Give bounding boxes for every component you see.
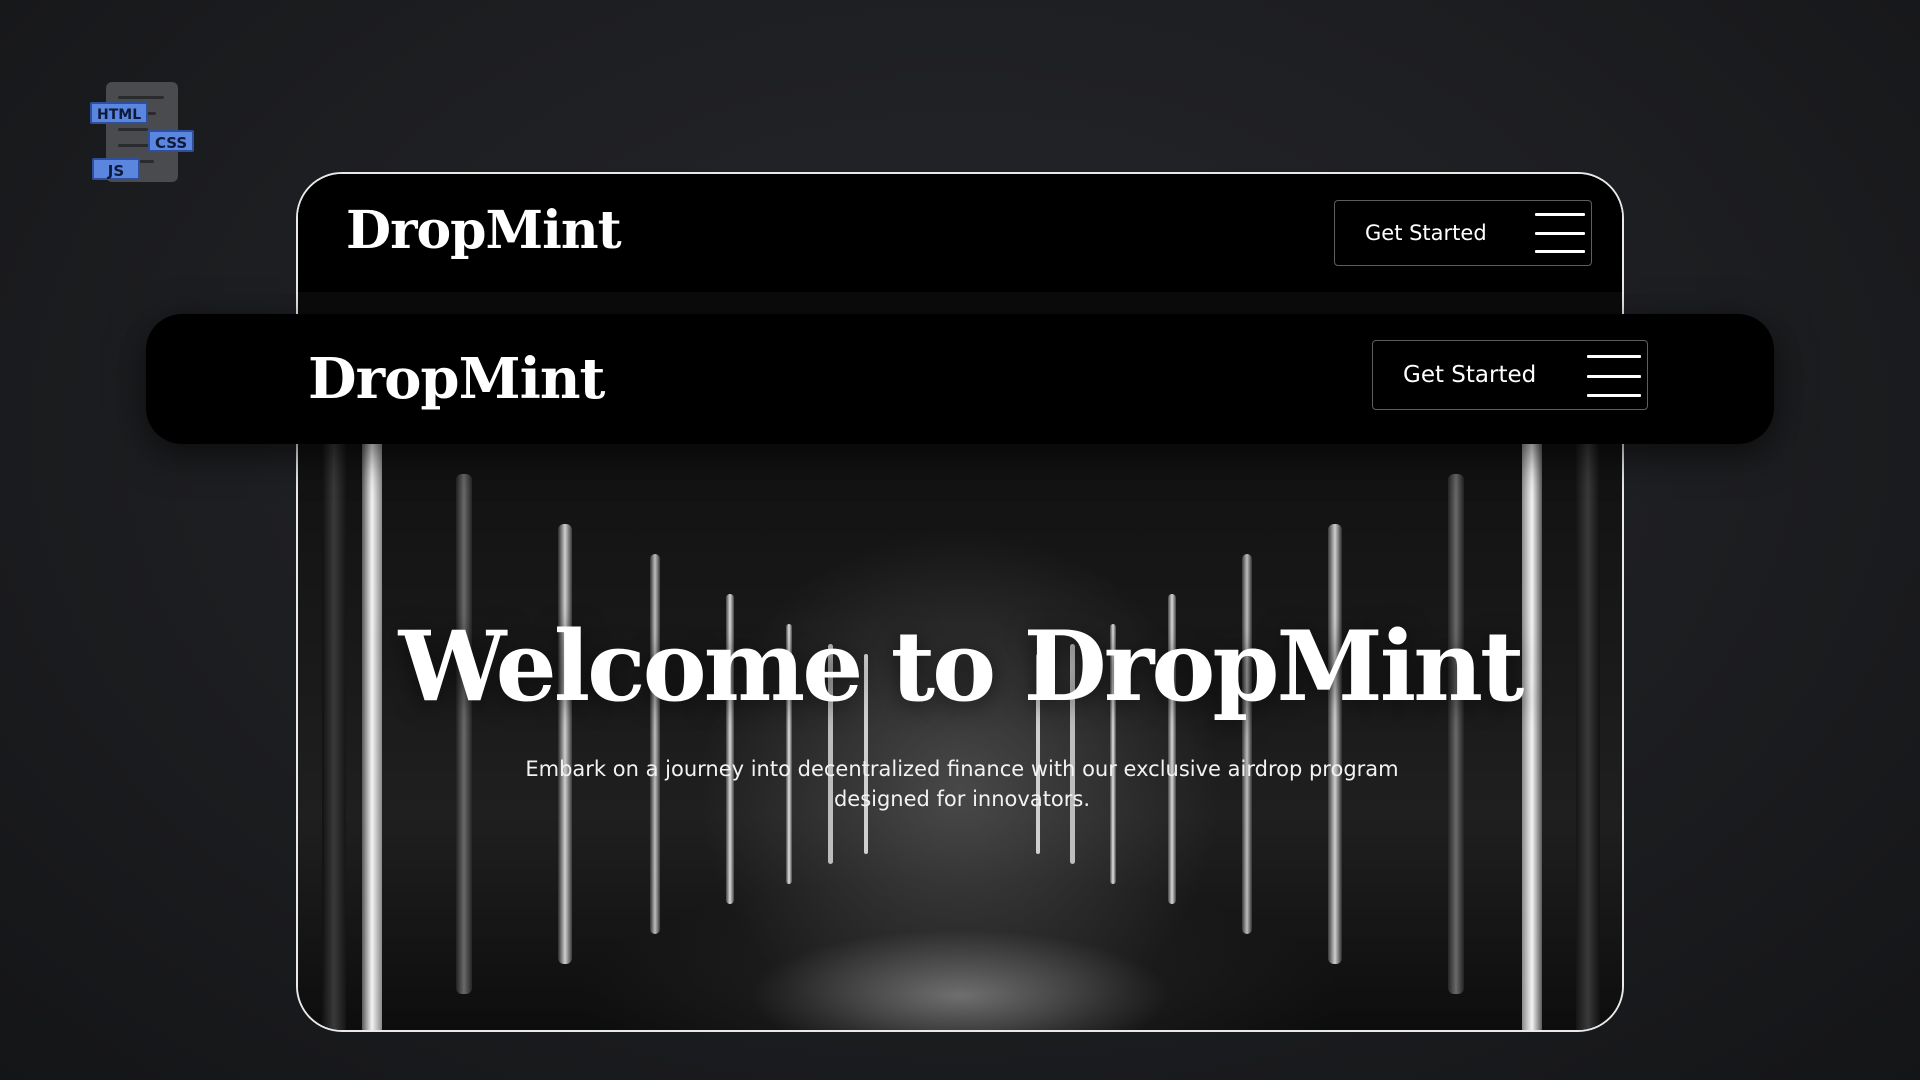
hero-navbar: DropMint Get Started [298, 174, 1622, 292]
html-tag: HTML [90, 102, 149, 124]
hero-subtitle: Embark on a journey into decentralized f… [525, 757, 1399, 811]
page-canvas: HTML CSS JS DropMint Get Started Welcome… [0, 0, 1920, 1080]
hero-nav-cta-label: Get Started [1365, 221, 1487, 245]
hero-nav-logo[interactable]: DropMint [346, 200, 622, 261]
js-tag: JS [92, 158, 140, 180]
floating-nav-logo[interactable]: DropMint [308, 346, 605, 412]
floating-nav-cta-label: Get Started [1403, 362, 1537, 388]
hamburger-menu-icon[interactable] [1587, 355, 1641, 397]
floating-nav-get-started-button[interactable]: Get Started [1372, 340, 1648, 410]
floating-navbar: DropMint Get Started [146, 314, 1774, 444]
css-tag: CSS [148, 130, 195, 152]
code-files-icon: HTML CSS JS [88, 78, 206, 188]
hero-background-corridor [298, 174, 1622, 1030]
hero-nav-get-started-button[interactable]: Get Started [1334, 200, 1592, 266]
hamburger-menu-icon[interactable] [1535, 213, 1585, 253]
hero-title: Welcome to DropMint [398, 610, 1525, 723]
hero-section: DropMint Get Started Welcome to DropMint… [296, 172, 1624, 1032]
